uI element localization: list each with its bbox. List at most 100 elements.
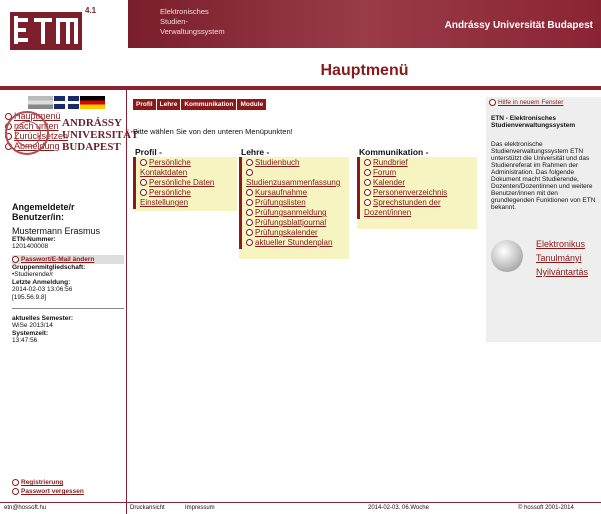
header: 4.1 Elektronisches Studien- Verwaltungss… — [0, 0, 601, 54]
footer-email[interactable]: etn@hossoft.hu — [4, 505, 46, 511]
bullet-icon — [246, 229, 253, 237]
list-item-label[interactable]: Persönliche Daten — [149, 178, 214, 187]
flag-hungarian-icon[interactable] — [28, 96, 53, 109]
list-item[interactable]: Studienbuch — [246, 158, 349, 168]
bullet-icon — [246, 189, 253, 197]
kommunikation-heading: Kommunikation - — [357, 147, 477, 157]
list-item-label[interactable]: Kalender — [373, 178, 405, 187]
etn-hungarian-link[interactable]: Elektronikus Tanulmányi Nyilvántartás — [536, 237, 588, 279]
university-name: Andrássy Universität Budapest — [444, 20, 593, 31]
list-item-label[interactable]: Forum — [373, 168, 396, 177]
system-name-line1: Elektronisches — [160, 7, 209, 16]
tab-lehre[interactable]: Lehre — [156, 99, 181, 110]
imprint-link[interactable]: Impressum — [185, 505, 215, 511]
bullet-icon — [140, 179, 147, 187]
etn-label: ETN-Nummer: — [12, 236, 56, 243]
info-panel: Hilfe in neuem Fenster ETN - Elektronisc… — [486, 97, 601, 342]
last-login-label: Letzte Anmeldung: — [12, 279, 71, 287]
footer-date: 2014-02-03. 06.Woche — [368, 505, 429, 511]
forgot-password-label[interactable]: Passwort vergessen — [21, 488, 84, 495]
tab-kommunikation[interactable]: Kommunikation — [181, 99, 237, 110]
bullet-icon — [364, 159, 371, 167]
user-name: Mustermann Erasmus — [12, 226, 101, 236]
lehre-heading: Lehre - — [239, 147, 349, 157]
last-login-value: 2014-02-03 13:06:56 — [12, 286, 73, 294]
bullet-icon — [12, 256, 19, 263]
list-item[interactable]: Kursaufnahme — [246, 188, 349, 198]
list-item-label[interactable]: Kursaufnahme — [255, 188, 307, 197]
bullet-icon — [140, 189, 147, 197]
globe-icon — [491, 240, 523, 272]
etn-line3[interactable]: Nyilvántartás — [536, 265, 588, 279]
list-item[interactable]: Persönliche Daten — [140, 178, 237, 188]
list-item-label[interactable]: Studienzusammenfassung — [246, 178, 340, 187]
footer-copyright: © hossoft 2001-2014 — [518, 505, 574, 511]
system-name: Elektronisches Studien- Verwaltungssyste… — [160, 7, 225, 37]
system-name-line3: Verwaltungssystem — [160, 27, 225, 36]
bullet-icon — [246, 239, 253, 247]
list-item-label[interactable]: aktueller Stundenplan — [255, 238, 332, 247]
etn-line2[interactable]: Tanulmányi — [536, 251, 588, 265]
bullet-icon — [246, 199, 253, 207]
list-item-label[interactable]: Studienbuch — [255, 158, 299, 167]
list-item[interactable]: Forum — [364, 168, 477, 178]
forgot-password-link[interactable]: Passwort vergessen — [12, 487, 84, 496]
list-item[interactable]: aktueller Stundenplan — [246, 238, 349, 248]
bullet-icon — [140, 159, 147, 167]
intro-text: Bitte wählen Sie von den unteren Menüpun… — [133, 127, 293, 136]
list-item-label[interactable]: Prüfungsanmeldung — [255, 208, 327, 217]
page-title: Hauptmenü — [320, 62, 409, 79]
profil-heading: Profil - — [133, 147, 237, 157]
list-item-label[interactable]: Persönliche Kontaktdaten — [140, 158, 191, 177]
university-seal-icon — [5, 111, 49, 155]
menu-tabs: Profil Lehre Kommunikation Module — [133, 99, 267, 110]
list-item[interactable]: Personenverzeichnis — [364, 188, 477, 198]
header-banner: Elektronisches Studien- Verwaltungssyste… — [128, 0, 601, 48]
password-change-label[interactable]: Passwort/E-Mail ändern — [21, 256, 94, 263]
bullet-icon — [364, 179, 371, 187]
group-value: •Studierende/r — [12, 271, 54, 279]
flag-english-icon[interactable] — [54, 96, 79, 109]
list-item-label[interactable]: Persönliche Einstellungen — [140, 188, 191, 207]
list-item-label[interactable]: Prüfungslisten — [255, 198, 306, 207]
list-item[interactable]: Studienzusammenfassung — [246, 168, 349, 188]
bullet-icon — [489, 99, 496, 106]
flag-german-icon[interactable] — [80, 96, 105, 109]
system-name-line2: Studien- — [160, 17, 188, 26]
password-change-link[interactable]: Passwort/E-Mail ändern — [12, 255, 124, 265]
bullet-icon — [364, 169, 371, 177]
list-item-label[interactable]: Prüfungsblattjournal — [255, 218, 326, 227]
sidebar-divider — [12, 308, 124, 310]
list-item[interactable]: Prüfungskalender — [246, 228, 349, 238]
list-item[interactable]: Prüfungsblattjournal — [246, 218, 349, 228]
list-item[interactable]: Persönliche Einstellungen — [140, 188, 237, 208]
help-link[interactable]: Hilfe in neuem Fenster — [489, 99, 563, 106]
semester-label: aktuelles Semester: — [12, 315, 74, 323]
group-label: Gruppenmitgliedschaft: — [12, 264, 86, 272]
registration-label[interactable]: Registrierung — [21, 479, 63, 486]
systime-value: 13:47:56 — [12, 337, 38, 345]
list-item[interactable]: Prüfungslisten — [246, 198, 349, 208]
lehre-column: Lehre - Studienbuch Studienzusammenfassu… — [239, 147, 349, 259]
etn-value: 1201400008 — [12, 243, 49, 250]
list-item[interactable]: Sprechstunden der Dozent/innen — [364, 198, 477, 218]
list-item-label[interactable]: Sprechstunden der Dozent/innen — [364, 198, 441, 217]
registration-link[interactable]: Registrierung — [12, 478, 84, 487]
list-item[interactable]: Persönliche Kontaktdaten — [140, 158, 237, 178]
list-item-label[interactable]: Prüfungskalender — [255, 228, 318, 237]
version-label: 4.1 — [85, 6, 97, 15]
semester-value: WiSe 2013/14 — [12, 322, 53, 330]
list-item[interactable]: Rundbrief — [364, 158, 477, 168]
tab-profil[interactable]: Profil — [133, 99, 156, 110]
tab-module[interactable]: Module — [237, 99, 267, 110]
list-item-label[interactable]: Personenverzeichnis — [373, 188, 447, 197]
list-item-label[interactable]: Rundbrief — [373, 158, 408, 167]
last-login-ip: [195.56.9.8] — [12, 294, 47, 302]
list-item[interactable]: Kalender — [364, 178, 477, 188]
etn-line1[interactable]: Elektronikus — [536, 237, 588, 251]
list-item[interactable]: Prüfungsanmeldung — [246, 208, 349, 218]
bullet-icon — [364, 199, 371, 207]
bullet-icon — [12, 478, 19, 486]
print-view-link[interactable]: Druckansicht — [130, 505, 165, 511]
help-link-label[interactable]: Hilfe in neuem Fenster — [498, 99, 563, 106]
